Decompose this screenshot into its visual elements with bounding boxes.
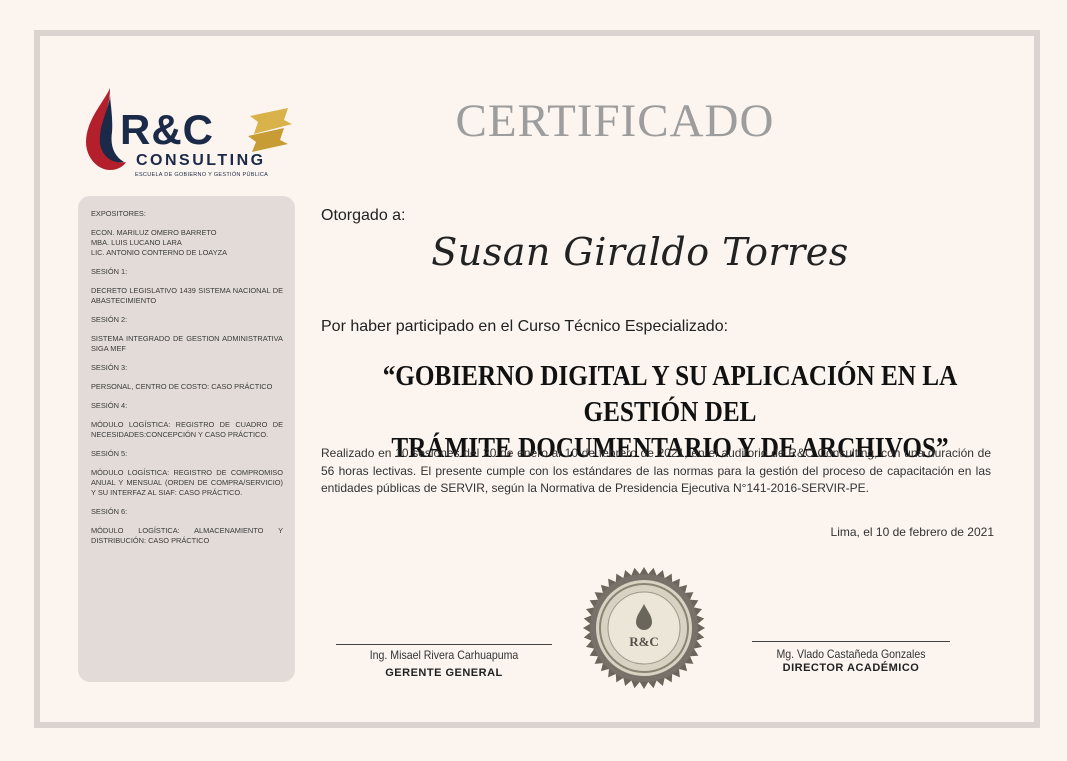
- speakers-list: ECON. MARILUZ OMERO BARRETO MBA. LUIS LU…: [91, 228, 283, 258]
- right-signer-name: Mg. Vlado Castañeda Gonzales: [776, 647, 926, 661]
- speaker: LIC. ANTONIO CONTERNO DE LOAYZA: [91, 248, 228, 257]
- logo-subtitle: ESCUELA DE GOBIERNO Y GESTIÓN PÚBLICA: [135, 172, 269, 178]
- course-title-line1: “GOBIERNO DIGITAL Y SU APLICACIÓN EN LA …: [382, 361, 958, 428]
- session-heading: SESIÓN 2:: [91, 315, 128, 324]
- awarded-label: Otorgado a:: [321, 207, 406, 224]
- rc-consulting-logo: R&C CONSULTING ESCUELA DE GOBIERNO Y GES…: [80, 86, 295, 186]
- certificate-title: CERTIFICADO: [455, 95, 775, 147]
- session-heading: SESIÓN 3:: [91, 363, 128, 372]
- session-text: SISTEMA INTEGRADO DE GESTION ADMINISTRAT…: [91, 334, 283, 353]
- rc-seal-icon: R&C: [583, 567, 705, 689]
- anniversary-ribbon-icon: [248, 108, 292, 152]
- issue-date: Lima, el 10 de febrero de 2021: [830, 525, 994, 539]
- sessions-panel: EXPOSITORES: ECON. MARILUZ OMERO BARRETO…: [78, 196, 295, 682]
- session-text: PERSONAL, CENTRO DE COSTO: CASO PRÁCTICO: [91, 382, 273, 391]
- logo-consulting-text: CONSULTING: [136, 152, 266, 169]
- session-text: MÓDULO LOGÍSTICA: ALMACENAMIENTO Y DISTR…: [91, 526, 283, 545]
- logo-brand-text: R&C: [120, 106, 214, 153]
- left-signer-role: GERENTE GENERAL: [385, 667, 503, 679]
- certificate-body: Realizado en 10 sesiones del 20 de enero…: [321, 446, 991, 495]
- right-signature-line: [752, 641, 950, 642]
- session-heading: SESIÓN 4:: [91, 401, 128, 410]
- recipient-name: Susan Giraldo Torres: [431, 230, 849, 274]
- speakers-heading: EXPOSITORES:: [91, 209, 146, 218]
- session-text: DECRETO LEGISLATIVO 1439 SISTEMA NACIONA…: [91, 286, 283, 305]
- session-text: MÓDULO LOGÍSTICA: REGISTRO DE CUADRO DE …: [91, 420, 283, 439]
- speaker: ECON. MARILUZ OMERO BARRETO: [91, 228, 217, 237]
- seal-text: R&C: [629, 634, 659, 649]
- left-signature-line: [336, 644, 552, 645]
- participation-text: Por haber participado en el Curso Técnic…: [321, 318, 729, 335]
- session-heading: SESIÓN 1:: [91, 267, 128, 276]
- session-heading: SESIÓN 5:: [91, 449, 128, 458]
- right-signer-role: DIRECTOR ACADÉMICO: [782, 662, 920, 674]
- left-signer-name: Ing. Misael Rivera Carhuapuma: [369, 648, 519, 662]
- speaker: MBA. LUIS LUCANO LARA: [91, 238, 182, 247]
- session-heading: SESIÓN 6:: [91, 507, 128, 516]
- session-text: MÓDULO LOGÍSTICA: REGISTRO DE COMPROMISO…: [91, 468, 283, 497]
